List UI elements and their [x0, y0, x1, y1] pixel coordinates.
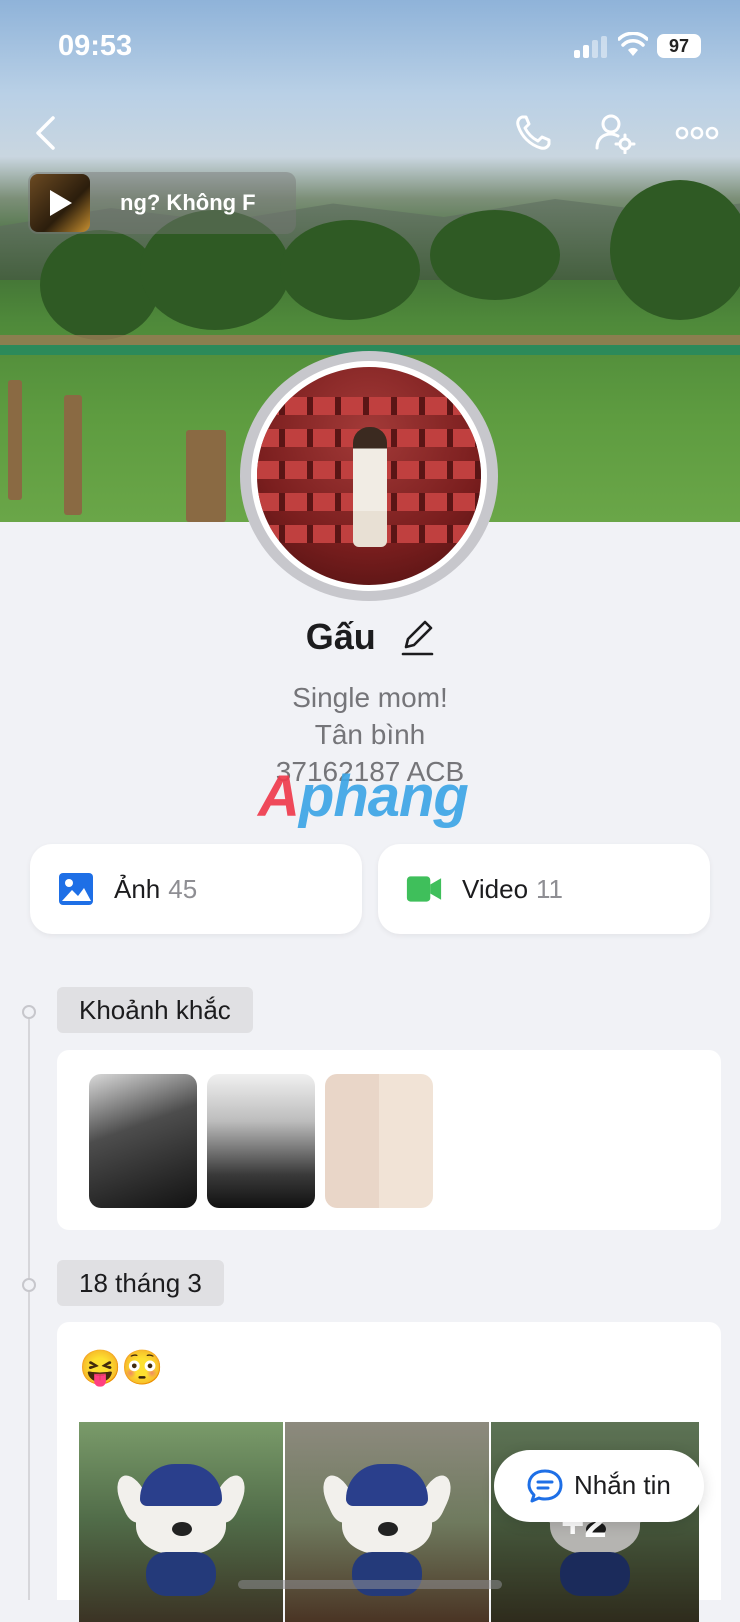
- avatar-ring[interactable]: [240, 351, 498, 601]
- call-button[interactable]: [508, 108, 558, 158]
- photos-card[interactable]: Ảnh 45: [30, 844, 362, 934]
- battery-indicator: 97: [657, 34, 701, 58]
- play-icon: [50, 190, 72, 216]
- avatar-person: [353, 427, 387, 547]
- profile-name: Gấu: [305, 616, 376, 657]
- moment-thumbnail[interactable]: [207, 1074, 315, 1208]
- post-photo[interactable]: [285, 1422, 489, 1622]
- moment-thumbnail[interactable]: [325, 1074, 433, 1208]
- back-icon: [36, 116, 55, 150]
- moment-thumbnail[interactable]: [89, 1074, 197, 1208]
- profile-name-row: Gấu: [0, 616, 740, 658]
- timeline-line: [28, 1010, 30, 1600]
- bio-line-2: Tân bình: [314, 719, 426, 750]
- more-icon: [675, 126, 719, 140]
- timeline-dot: [22, 1278, 36, 1292]
- wifi-icon: [618, 32, 648, 56]
- timeline-dot: [22, 1005, 36, 1019]
- video-icon: [406, 876, 442, 902]
- moments-panel: [57, 1050, 721, 1230]
- videos-label: Video: [462, 874, 529, 904]
- back-button[interactable]: [20, 108, 70, 158]
- moments-tag: Khoảnh khắc: [57, 987, 253, 1033]
- profile-settings-button[interactable]: [590, 108, 640, 158]
- status-time: 09:53: [58, 30, 133, 62]
- image-icon: [59, 873, 93, 905]
- message-button[interactable]: Nhắn tin: [494, 1450, 704, 1522]
- profile-music-chip[interactable]: ng? Không F: [28, 172, 296, 234]
- home-indicator[interactable]: [238, 1580, 502, 1589]
- message-button-label: Nhắn tin: [574, 1470, 671, 1500]
- videos-card[interactable]: Video 11: [378, 844, 710, 934]
- photos-label: Ảnh: [114, 874, 161, 904]
- post-photo-figure: [111, 1444, 251, 1596]
- post-photo[interactable]: [79, 1422, 283, 1622]
- chat-icon: [527, 1469, 563, 1503]
- videos-count: 11: [536, 874, 564, 904]
- bio-line-1: Single mom!: [292, 682, 448, 713]
- music-title: ng? Không F: [120, 190, 256, 215]
- signal-icon: [574, 36, 608, 58]
- avatar: [251, 361, 487, 591]
- music-thumbnail: [30, 174, 90, 232]
- post-text: 😝😳: [79, 1349, 164, 1387]
- phone-icon: [516, 115, 551, 150]
- edit-icon[interactable]: [400, 617, 434, 657]
- user-settings-icon: [595, 114, 636, 154]
- watermark-logo: Aphang: [258, 764, 469, 829]
- status-bar: 09:53 97: [0, 0, 740, 90]
- date-tag: 18 tháng 3: [57, 1260, 224, 1306]
- post-photo-figure: [317, 1444, 457, 1596]
- more-button[interactable]: [672, 108, 722, 158]
- photos-count: 45: [168, 874, 198, 904]
